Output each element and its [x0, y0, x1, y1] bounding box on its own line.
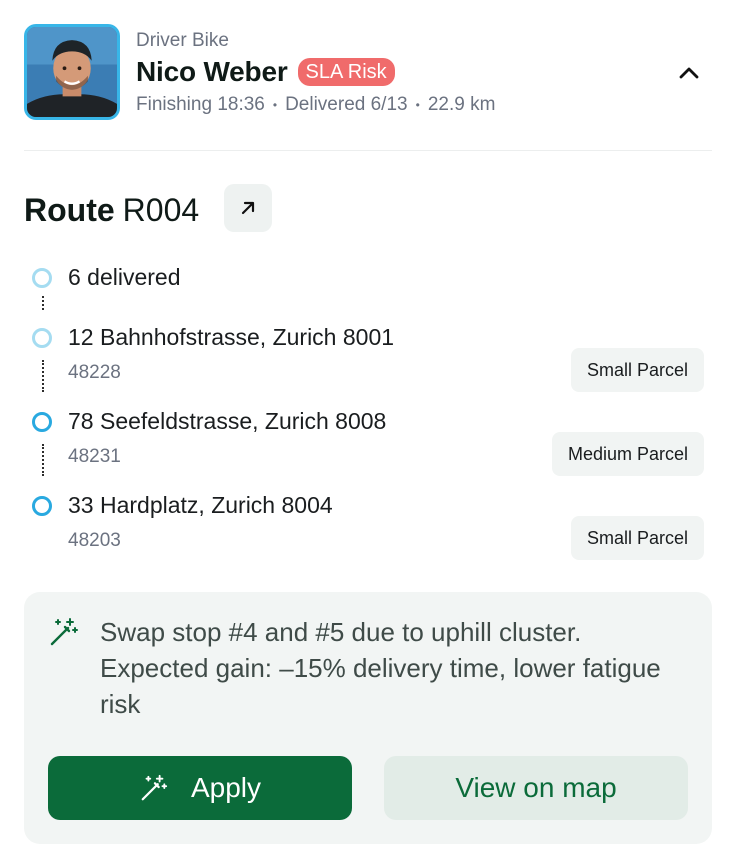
parcel-size-tag: Small Parcel	[570, 348, 704, 392]
view-on-map-label: View on map	[455, 772, 617, 803]
meta-separator: •	[272, 97, 278, 112]
timeline-dot-stop	[32, 328, 52, 348]
driver-name: Nico Weber	[136, 56, 288, 87]
driver-header: Driver Bike Nico Weber SLA Risk Finishin…	[24, 24, 712, 120]
chevron-up-icon	[679, 67, 699, 79]
delivered-count: Delivered 6/13	[285, 94, 408, 115]
timeline-connector	[42, 444, 44, 476]
timeline-dot-stop	[32, 496, 52, 516]
delivered-summary: 6 delivered	[68, 264, 181, 290]
view-on-map-button[interactable]: View on map	[384, 756, 688, 820]
stop-address: 78 Seefeldstrasse, Zurich 8008	[68, 408, 387, 434]
avatar-image	[27, 27, 117, 117]
route-id: R004	[122, 191, 200, 228]
arrow-up-right-icon	[241, 201, 255, 215]
route-distance: 22.9 km	[427, 94, 496, 115]
stop-address: 33 Hardplatz, Zurich 8004	[68, 492, 333, 518]
suggestion-text: Swap stop #4 and #5 due to uphill cluste…	[100, 617, 661, 719]
route-label: Route	[24, 191, 115, 228]
driver-meta: Finishing 18:36 • Delivered 6/13 • 22.9 km	[136, 94, 495, 116]
parcel-size-tag: Small Parcel	[570, 516, 704, 560]
header-divider	[24, 150, 712, 151]
collapse-button[interactable]	[674, 58, 704, 88]
driver-role: Driver Bike	[136, 30, 229, 51]
stop-code: 48231	[68, 446, 121, 467]
parcel-size-tag: Medium Parcel	[551, 432, 704, 476]
timeline-connector	[42, 360, 44, 392]
stop-address: 12 Bahnhofstrasse, Zurich 8001	[68, 324, 395, 350]
ai-suggestion-card: Swap stop #4 and #5 due to uphill cluste…	[24, 592, 712, 844]
apply-button-label: Apply	[190, 772, 262, 803]
meta-separator: •	[415, 97, 420, 112]
open-route-button[interactable]	[224, 184, 272, 232]
stop-code: 48203	[68, 530, 121, 551]
driver-name-row: Nico Weber SLA Risk	[136, 54, 395, 90]
sla-risk-badge: SLA Risk	[297, 58, 395, 86]
finishing-time: Finishing 18:36	[136, 94, 265, 115]
route-title: Route R004	[24, 188, 199, 232]
magic-wand-icon	[141, 774, 168, 801]
timeline-dot-stop	[32, 412, 52, 432]
magic-wand-icon	[50, 618, 78, 646]
avatar	[24, 24, 120, 120]
apply-button[interactable]: Apply	[48, 756, 352, 820]
timeline-connector	[42, 296, 44, 310]
timeline-dot-delivered	[32, 268, 52, 288]
stop-code: 48228	[68, 362, 121, 383]
